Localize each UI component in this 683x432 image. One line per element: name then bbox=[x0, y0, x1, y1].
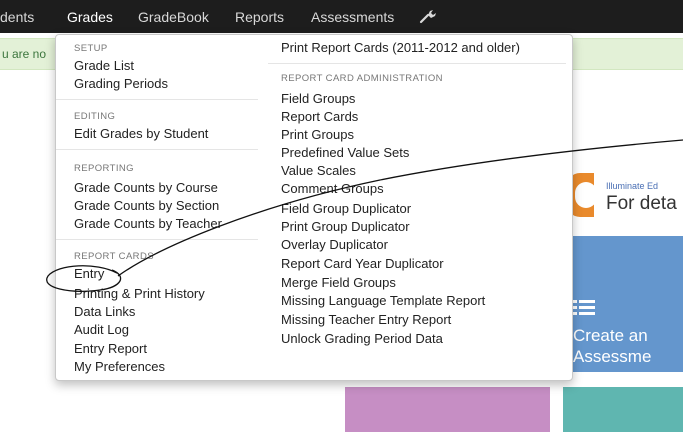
menu-value-scales[interactable]: Value Scales bbox=[281, 163, 356, 178]
menu-report-card-year-duplicator[interactable]: Report Card Year Duplicator bbox=[281, 256, 444, 271]
divider bbox=[268, 63, 566, 64]
menu-grade-counts-course[interactable]: Grade Counts by Course bbox=[74, 180, 218, 195]
header-report-cards: REPORT CARDS bbox=[74, 251, 154, 262]
nav-reports[interactable]: Reports bbox=[235, 9, 284, 25]
divider bbox=[56, 149, 258, 150]
header-reporting: REPORTING bbox=[74, 163, 134, 174]
menu-printing-history[interactable]: Printing & Print History bbox=[74, 286, 205, 301]
menu-grade-counts-section[interactable]: Grade Counts by Section bbox=[74, 198, 219, 213]
menu-overlay-duplicator[interactable]: Overlay Duplicator bbox=[281, 237, 388, 252]
menu-print-group-duplicator[interactable]: Print Group Duplicator bbox=[281, 219, 410, 234]
list-icon bbox=[573, 300, 595, 315]
menu-audit-log[interactable]: Audit Log bbox=[74, 322, 129, 337]
menu-missing-language-template[interactable]: Missing Language Template Report bbox=[281, 293, 485, 308]
menu-field-groups[interactable]: Field Groups bbox=[281, 91, 355, 106]
divider bbox=[56, 239, 258, 240]
menu-my-preferences[interactable]: My Preferences bbox=[74, 359, 165, 374]
menu-grading-periods[interactable]: Grading Periods bbox=[74, 76, 168, 91]
menu-predefined-value-sets[interactable]: Predefined Value Sets bbox=[281, 145, 409, 160]
nav-gradebook[interactable]: GradeBook bbox=[138, 9, 209, 25]
header-editing: EDITING bbox=[74, 111, 116, 122]
menu-grade-list[interactable]: Grade List bbox=[74, 58, 134, 73]
menu-edit-grades-by-student[interactable]: Edit Grades by Student bbox=[74, 126, 208, 141]
nav-students[interactable]: dents bbox=[0, 9, 34, 25]
menu-field-group-duplicator[interactable]: Field Group Duplicator bbox=[281, 201, 411, 216]
teal-tile[interactable] bbox=[563, 387, 683, 432]
nav-assessments[interactable]: Assessments bbox=[311, 9, 394, 25]
menu-missing-teacher-entry[interactable]: Missing Teacher Entry Report bbox=[281, 312, 451, 327]
menu-data-links[interactable]: Data Links bbox=[74, 304, 135, 319]
grades-dropdown-menu: SETUP Grade List Grading Periods EDITING… bbox=[55, 34, 573, 381]
header-report-card-admin: REPORT CARD ADMINISTRATION bbox=[281, 73, 443, 84]
create-tile-line2: Assessme bbox=[573, 347, 652, 366]
nav-grades[interactable]: Grades bbox=[67, 9, 113, 25]
menu-print-report-cards-old[interactable]: Print Report Cards (2011-2012 and older) bbox=[281, 40, 520, 55]
illuminate-brand: Illuminate Ed bbox=[606, 181, 659, 191]
illuminate-text: For deta bbox=[606, 193, 677, 214]
create-tile-line1: Create an bbox=[573, 326, 648, 345]
header-setup: SETUP bbox=[74, 43, 108, 54]
menu-report-cards[interactable]: Report Cards bbox=[281, 109, 358, 124]
create-assessment-tile[interactable]: Create an Assessme bbox=[563, 236, 683, 372]
menu-entry[interactable]: Entry bbox=[74, 266, 104, 281]
menu-comment-groups[interactable]: Comment Groups bbox=[281, 181, 384, 196]
alert-text: u are no bbox=[2, 47, 47, 61]
divider bbox=[56, 99, 258, 100]
menu-unlock-grading-period[interactable]: Unlock Grading Period Data bbox=[281, 331, 443, 346]
menu-merge-field-groups[interactable]: Merge Field Groups bbox=[281, 275, 396, 290]
menu-entry-report[interactable]: Entry Report bbox=[74, 341, 147, 356]
purple-tile[interactable] bbox=[345, 387, 550, 432]
menu-grade-counts-teacher[interactable]: Grade Counts by Teacher bbox=[74, 216, 222, 231]
menu-print-groups[interactable]: Print Groups bbox=[281, 127, 354, 142]
wrench-icon[interactable] bbox=[419, 8, 437, 24]
top-navbar: dents Grades GradeBook Reports Assessmen… bbox=[0, 0, 683, 33]
